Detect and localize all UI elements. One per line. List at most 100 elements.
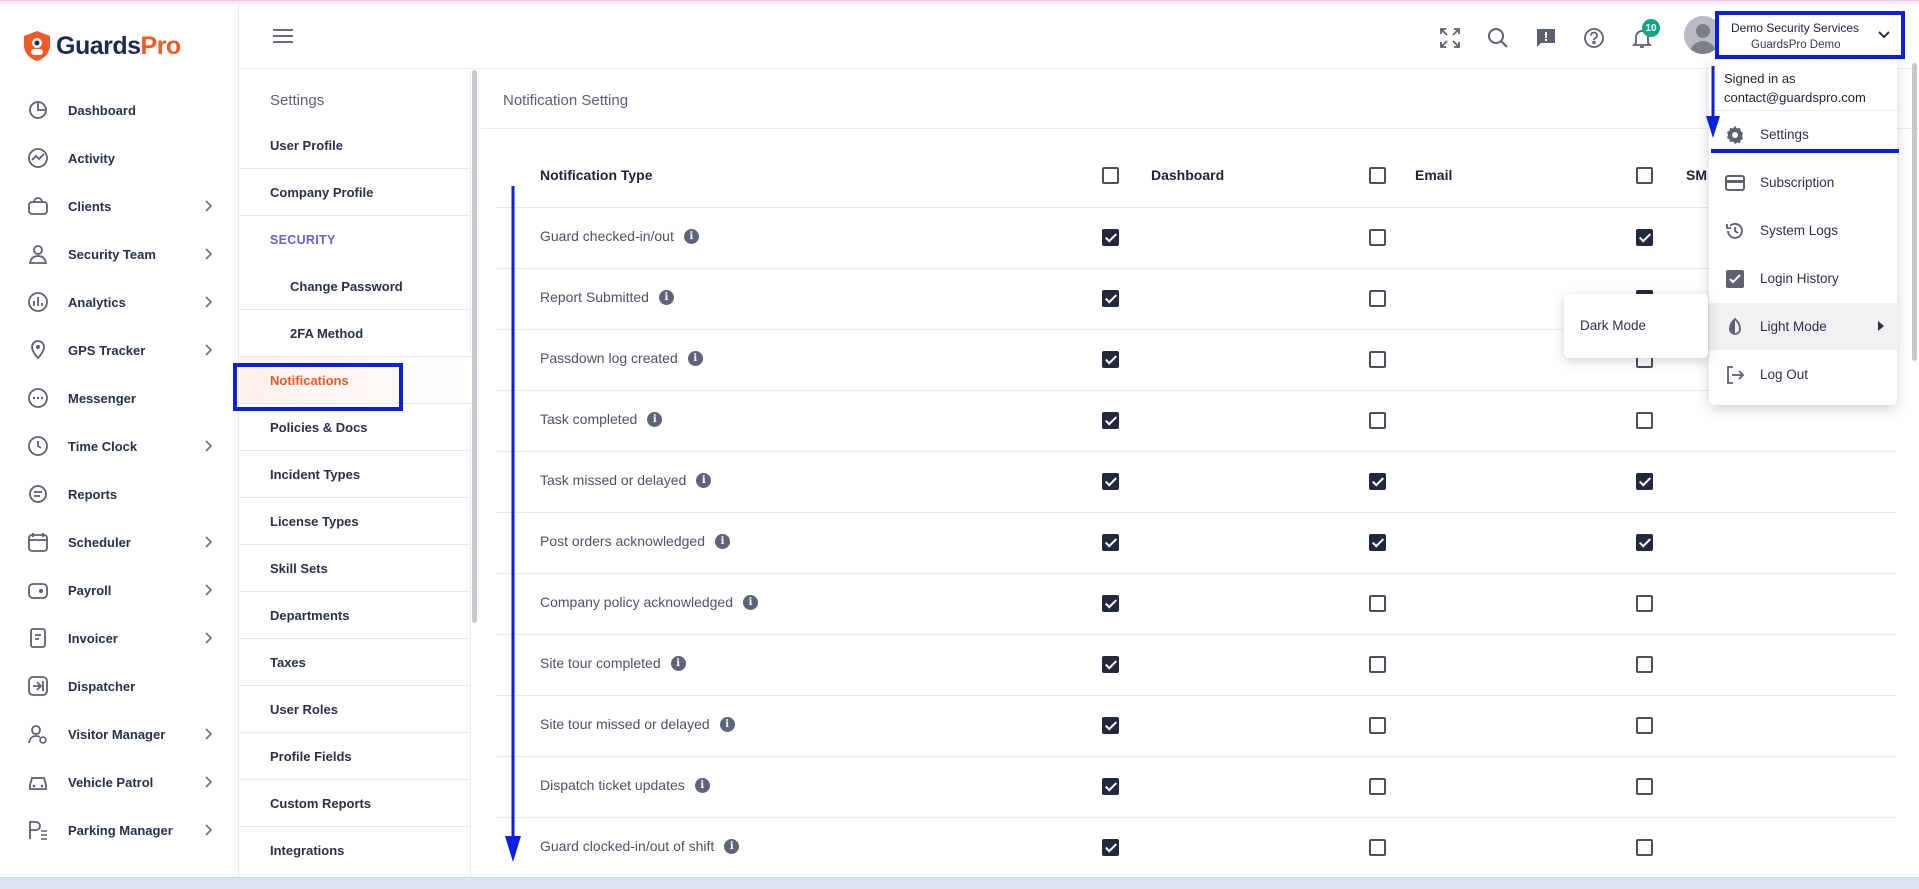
settings-item-change-password[interactable]: Change Password bbox=[240, 263, 471, 310]
settings-item-taxes[interactable]: Taxes bbox=[240, 639, 471, 686]
settings-item-departments[interactable]: Departments bbox=[240, 592, 471, 639]
settings-item-profile-fields[interactable]: Profile Fields bbox=[240, 733, 471, 780]
account-switcher[interactable]: Demo Security Services GuardsPro Demo bbox=[1715, 11, 1905, 59]
nav-item-visitor-manager[interactable]: Visitor Manager bbox=[26, 719, 213, 749]
feedback-icon[interactable] bbox=[1533, 25, 1559, 51]
nav-item-gps-tracker[interactable]: GPS Tracker bbox=[26, 335, 213, 365]
email-checkbox[interactable] bbox=[1369, 229, 1386, 246]
email-checkbox[interactable] bbox=[1369, 534, 1386, 551]
menu-item-system-logs[interactable]: System Logs bbox=[1709, 207, 1897, 254]
nav-item-dashboard[interactable]: Dashboard bbox=[26, 95, 212, 125]
sms-checkbox[interactable] bbox=[1636, 534, 1653, 551]
info-icon[interactable]: i bbox=[724, 838, 740, 854]
window-top-edge bbox=[0, 0, 1919, 4]
settings-item-custom-reports[interactable]: Custom Reports bbox=[240, 780, 471, 827]
menu-item-log-out[interactable]: Log Out bbox=[1709, 351, 1897, 398]
info-icon[interactable]: i bbox=[719, 716, 735, 732]
info-icon[interactable]: i bbox=[670, 655, 686, 671]
menu-item-label: Subscription bbox=[1760, 175, 1835, 190]
settings-item-user-profile[interactable]: User Profile bbox=[240, 122, 471, 169]
nav-item-vehicle-patrol[interactable]: Vehicle Patrol bbox=[26, 767, 213, 797]
settings-item-integrations[interactable]: Integrations bbox=[240, 827, 471, 874]
settings-item-company-profile[interactable]: Company Profile bbox=[240, 169, 471, 216]
sms-checkbox[interactable] bbox=[1636, 656, 1653, 673]
settings-item-license-types[interactable]: License Types bbox=[240, 498, 471, 545]
nav-item-label: Payroll bbox=[68, 582, 112, 598]
menu-item-subscription[interactable]: Subscription bbox=[1709, 159, 1897, 206]
header-email: Email bbox=[1415, 167, 1453, 183]
search-icon[interactable] bbox=[1485, 25, 1511, 51]
dashboard-checkbox[interactable] bbox=[1102, 473, 1119, 490]
dashboard-checkbox[interactable] bbox=[1102, 717, 1119, 734]
email-checkbox[interactable] bbox=[1369, 473, 1386, 490]
info-icon[interactable]: i bbox=[715, 533, 730, 549]
info-icon[interactable]: i bbox=[694, 777, 710, 793]
nav-item-invoicer[interactable]: Invoicer bbox=[26, 623, 213, 653]
email-checkbox[interactable] bbox=[1369, 351, 1386, 368]
nav-item-time-clock[interactable]: Time Clock bbox=[26, 431, 213, 461]
sms-checkbox[interactable] bbox=[1636, 717, 1653, 734]
nav-item-clients[interactable]: Clients bbox=[26, 191, 213, 221]
settings-item-skill-sets[interactable]: Skill Sets bbox=[240, 545, 471, 592]
menu-toggle-icon[interactable] bbox=[273, 28, 293, 44]
info-icon[interactable]: i bbox=[696, 472, 712, 488]
dashboard-checkbox[interactable] bbox=[1102, 839, 1119, 856]
info-icon[interactable]: i bbox=[658, 289, 674, 305]
header-sms-checkbox[interactable] bbox=[1636, 167, 1653, 184]
nav-item-scheduler[interactable]: Scheduler bbox=[26, 527, 213, 557]
dashboard-checkbox[interactable] bbox=[1102, 595, 1119, 612]
help-icon[interactable] bbox=[1581, 25, 1607, 51]
dashboard-checkbox[interactable] bbox=[1102, 412, 1119, 429]
menu-item-dark-mode[interactable]: Dark Mode bbox=[1580, 318, 1646, 333]
email-checkbox[interactable] bbox=[1369, 412, 1386, 429]
info-icon[interactable]: i bbox=[683, 228, 699, 244]
dashboard-checkbox[interactable] bbox=[1102, 534, 1119, 551]
settings-item-incident-types[interactable]: Incident Types bbox=[240, 451, 471, 498]
sms-checkbox[interactable] bbox=[1636, 229, 1653, 246]
settings-item-user-roles[interactable]: User Roles bbox=[240, 686, 471, 733]
email-checkbox[interactable] bbox=[1369, 290, 1386, 307]
dashboard-checkbox[interactable] bbox=[1102, 656, 1119, 673]
annotation-underline-settings bbox=[1711, 149, 1899, 153]
dashboard-checkbox[interactable] bbox=[1102, 290, 1119, 307]
nav-item-analytics[interactable]: Analytics bbox=[26, 287, 213, 317]
dashboard-checkbox[interactable] bbox=[1102, 351, 1119, 368]
email-checkbox[interactable] bbox=[1369, 778, 1386, 795]
sms-checkbox[interactable] bbox=[1636, 839, 1653, 856]
email-checkbox[interactable] bbox=[1369, 595, 1386, 612]
nav-item-dispatcher[interactable]: Dispatcher bbox=[26, 671, 212, 701]
sms-checkbox[interactable] bbox=[1636, 778, 1653, 795]
notification-row-label: Report Submitted i bbox=[540, 289, 674, 305]
email-checkbox[interactable] bbox=[1369, 656, 1386, 673]
sms-checkbox[interactable] bbox=[1636, 412, 1653, 429]
nav-item-label: GPS Tracker bbox=[68, 342, 146, 358]
settings-item-2fa-method[interactable]: 2FA Method bbox=[240, 310, 471, 357]
info-icon[interactable]: i bbox=[687, 350, 703, 366]
guardspro-logo[interactable]: GuardsPro bbox=[22, 30, 181, 62]
header-dashboard-checkbox[interactable] bbox=[1102, 167, 1119, 184]
sms-checkbox[interactable] bbox=[1636, 595, 1653, 612]
menu-item-light-mode[interactable]: Light Mode bbox=[1709, 303, 1897, 350]
dashboard-checkbox[interactable] bbox=[1102, 229, 1119, 246]
nav-item-activity[interactable]: Activity bbox=[26, 143, 212, 173]
header-email-checkbox[interactable] bbox=[1369, 167, 1386, 184]
info-icon[interactable]: i bbox=[647, 411, 663, 427]
fullscreen-icon[interactable] bbox=[1437, 25, 1463, 51]
menu-item-login-history[interactable]: Login History bbox=[1709, 255, 1897, 302]
nav-item-payroll[interactable]: Payroll bbox=[26, 575, 213, 605]
nav-item-reports[interactable]: Reports bbox=[26, 479, 212, 509]
nav-item-label: Reports bbox=[68, 486, 118, 502]
email-checkbox[interactable] bbox=[1369, 839, 1386, 856]
email-checkbox[interactable] bbox=[1369, 717, 1386, 734]
sms-checkbox[interactable] bbox=[1636, 473, 1653, 490]
nav-item-security-team[interactable]: Security Team bbox=[26, 239, 213, 269]
annotation-arrow-settings bbox=[1706, 66, 1720, 138]
info-icon[interactable]: i bbox=[743, 594, 758, 610]
settings-item-policies-docs[interactable]: Policies & Docs bbox=[240, 404, 471, 451]
page-scrollbar[interactable] bbox=[1912, 63, 1917, 361]
settings-scrollbar[interactable] bbox=[472, 70, 477, 623]
dashboard-checkbox[interactable] bbox=[1102, 778, 1119, 795]
page-title: Notification Setting bbox=[503, 92, 629, 109]
nav-item-messenger[interactable]: Messenger bbox=[26, 383, 212, 413]
nav-item-parking-manager[interactable]: Parking Manager bbox=[26, 815, 213, 845]
